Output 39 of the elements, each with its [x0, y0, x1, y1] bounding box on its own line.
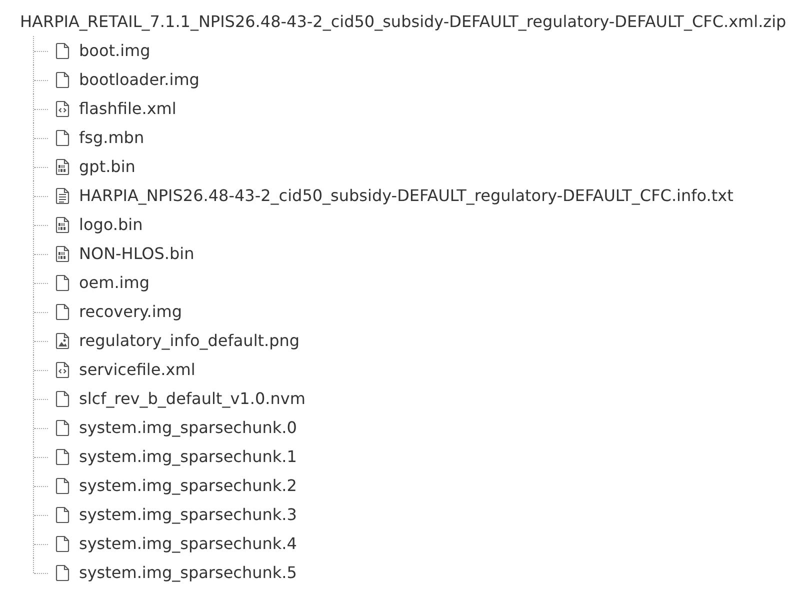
file-icon — [55, 42, 70, 60]
code-file-icon — [55, 360, 70, 378]
file-name: system.img_sparsechunk.4 — [79, 534, 297, 554]
file-icon — [55, 448, 70, 466]
file-name: bootloader.img — [79, 70, 200, 90]
binary-file-icon — [55, 158, 70, 176]
file-name: logo.bin — [79, 214, 143, 234]
file-name: flashfile.xml — [79, 98, 176, 118]
archive-name: HARPIA_RETAIL_7.1.1_NPIS26.48-43-2_cid50_subsidy-DEFAULT_regulatory-DEFAULT_CFC.xml.zip — [20, 11, 786, 33]
file-icon — [55, 476, 70, 494]
file-name: slcf_rev_b_default_v1.0.nvm — [79, 388, 306, 408]
file-icon — [55, 274, 70, 292]
file-name: oem.img — [79, 272, 150, 292]
file-name: NON-HLOS.bin — [79, 244, 194, 264]
file-name: recovery.img — [79, 302, 182, 322]
file-name: HARPIA_NPIS26.48-43-2_cid50_subsidy-DEFAULT_regulatory-DEFAULT_CFC.info.txt — [79, 186, 734, 206]
file-icon — [55, 70, 70, 88]
file-name: system.img_sparsechunk.5 — [79, 562, 297, 582]
image-file-icon — [55, 332, 70, 350]
file-icon — [55, 534, 70, 552]
file-icon — [55, 390, 70, 408]
text-file-icon — [55, 186, 70, 204]
file-name: regulatory_info_default.png — [79, 330, 300, 350]
file-icon — [55, 302, 70, 320]
file-name: system.img_sparsechunk.0 — [79, 418, 297, 438]
file-icon — [55, 418, 70, 436]
file-name: servicefile.xml — [79, 360, 196, 380]
code-file-icon — [55, 100, 70, 118]
file-name: system.img_sparsechunk.2 — [79, 476, 297, 496]
file-icon — [55, 564, 70, 582]
binary-file-icon — [55, 216, 70, 234]
file-name: fsg.mbn — [79, 128, 144, 148]
file-name: system.img_sparsechunk.1 — [79, 446, 297, 466]
file-name: boot.img — [79, 40, 150, 60]
binary-file-icon — [55, 244, 70, 262]
file-icon — [55, 506, 70, 524]
file-icon — [55, 128, 70, 146]
file-name: system.img_sparsechunk.3 — [79, 504, 297, 524]
file-name: gpt.bin — [79, 156, 136, 176]
